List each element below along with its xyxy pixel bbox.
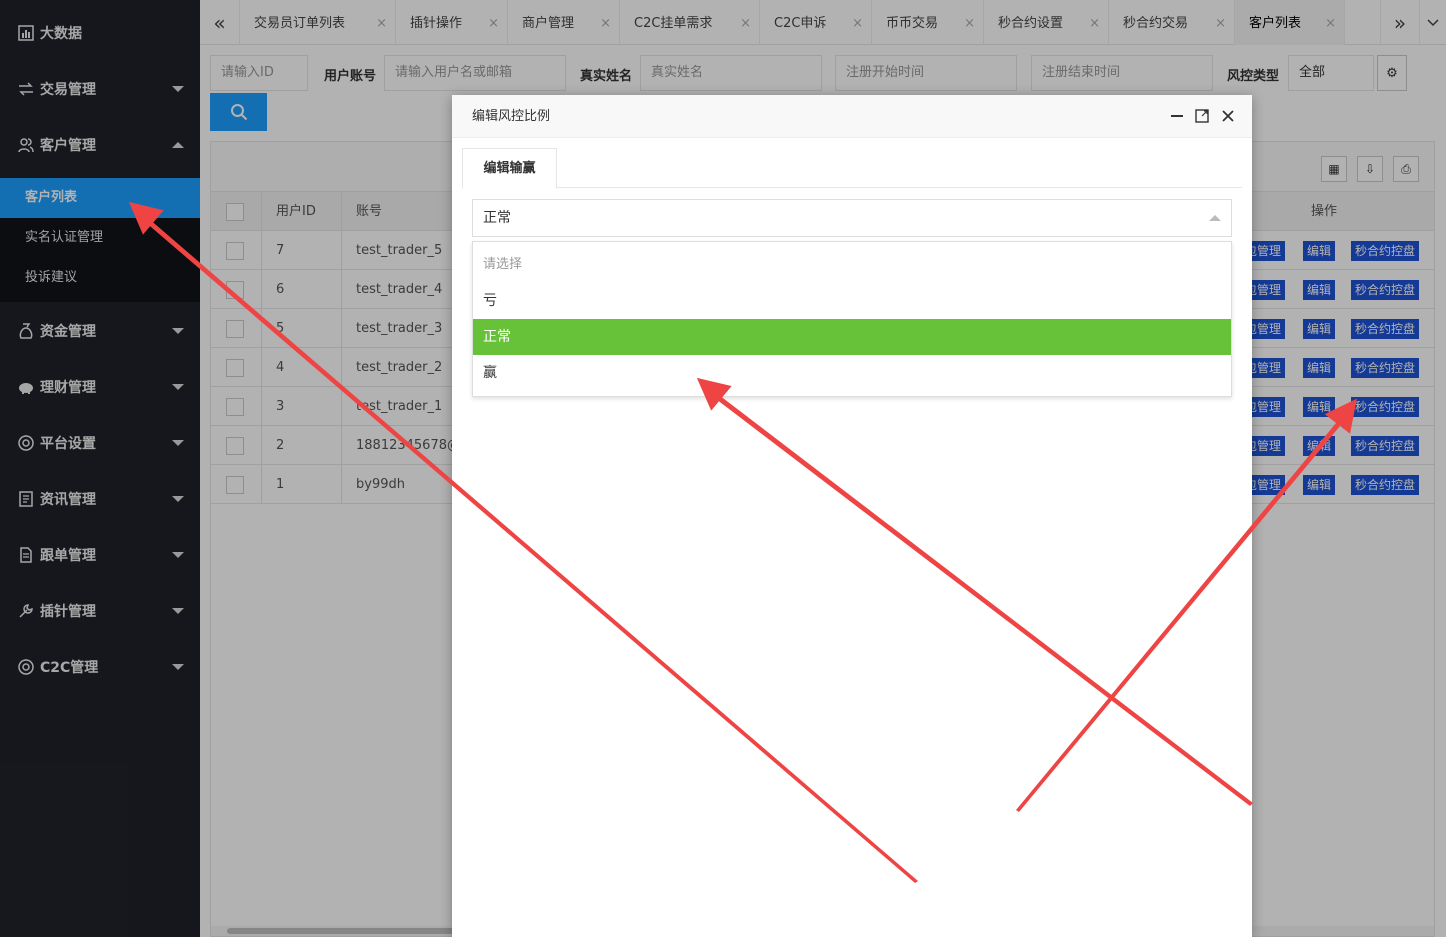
maximize-icon[interactable]: [1193, 107, 1211, 125]
selected-value: 正常: [483, 210, 511, 226]
win-loss-dropdown: 请选择 亏 正常 赢: [472, 241, 1232, 397]
edit-risk-modal: 编辑风控比例 编辑输赢 正常 请选择 亏 正常 赢: [452, 95, 1252, 937]
tab-edit-win-loss[interactable]: 编辑输赢: [462, 148, 557, 189]
caret-up-icon: [1209, 215, 1221, 221]
win-loss-select[interactable]: 正常: [472, 199, 1232, 237]
option-loss[interactable]: 亏: [473, 283, 1231, 319]
modal-tabs: 编辑输赢: [462, 148, 1242, 189]
modal-header: 编辑风控比例: [452, 95, 1252, 138]
option-placeholder[interactable]: 请选择: [473, 247, 1231, 283]
option-normal[interactable]: 正常: [473, 319, 1231, 355]
close-icon[interactable]: [1219, 107, 1237, 125]
modal-title: 编辑风控比例: [472, 109, 551, 124]
option-win[interactable]: 赢: [473, 355, 1231, 391]
minimize-icon[interactable]: [1168, 107, 1186, 125]
